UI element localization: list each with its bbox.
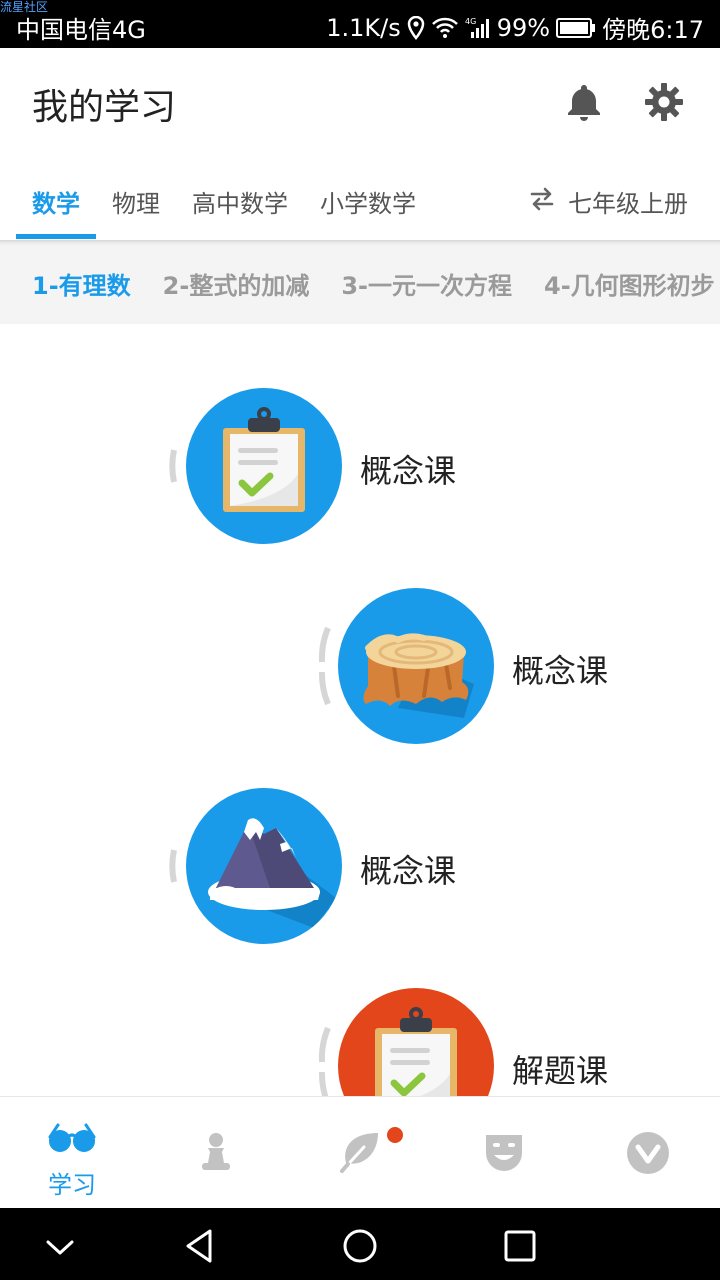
lesson-node[interactable]: 概念课	[166, 788, 586, 948]
bottom-nav: 学习	[0, 1096, 720, 1208]
clipboard-check-icon	[223, 407, 305, 512]
page-title: 我的学习	[32, 87, 177, 128]
lesson-label: 概念课	[360, 852, 457, 890]
chapter-tab-1[interactable]: 1-有理数	[32, 266, 131, 301]
nav-study-label: 学习	[48, 1171, 96, 1199]
smile-face-icon	[486, 1135, 522, 1171]
collapse-chevron-icon[interactable]	[40, 1226, 80, 1266]
location-icon	[407, 15, 425, 40]
gear-icon[interactable]	[644, 82, 684, 122]
nav-study[interactable]: 学习	[0, 1097, 144, 1209]
lesson-label: 概念课	[512, 652, 609, 690]
lesson-label: 解题课	[512, 1052, 609, 1090]
chapter-tab-4[interactable]: 4-几何图形初步	[544, 266, 715, 301]
lesson-label: 概念课	[360, 452, 457, 490]
nav-growth[interactable]	[288, 1097, 432, 1209]
glasses-icon	[48, 1123, 96, 1152]
grade-label: 七年级上册	[568, 190, 688, 218]
nav-face[interactable]	[432, 1097, 576, 1209]
active-tab-indicator	[16, 234, 96, 239]
swap-arrows-icon	[528, 185, 556, 219]
tree-stump-icon	[363, 633, 474, 718]
chapter-tab-3[interactable]: 3-一元一次方程	[341, 266, 512, 301]
progress-arc	[169, 849, 177, 883]
bell-icon[interactable]	[564, 82, 604, 122]
battery-percent: 99%	[496, 13, 551, 42]
nav-profile[interactable]	[576, 1097, 720, 1209]
tab-math[interactable]: 数学	[32, 184, 80, 219]
lesson-node[interactable]: 概念课	[318, 588, 720, 748]
lesson-icon-circle	[186, 388, 342, 544]
chapter-tab-2[interactable]: 2-整式的加减	[163, 266, 310, 301]
carrier-name: 中国电信4G	[16, 16, 146, 44]
status-bar: 流星社区 中国电信4G 1.1K/s 4G 99% 傍晚6:17	[0, 0, 720, 48]
notification-dot	[387, 1127, 403, 1143]
system-nav-bar	[0, 1208, 720, 1280]
svg-text:4G: 4G	[465, 17, 476, 26]
v-badge-icon	[627, 1132, 669, 1174]
chess-pawn-icon	[202, 1133, 230, 1170]
lesson-icon-circle	[186, 788, 342, 944]
clock: 傍晚6:17	[602, 16, 704, 44]
leaf-icon	[340, 1133, 378, 1173]
tab-primary-math[interactable]: 小学数学	[320, 184, 416, 219]
chapter-tabs: 1-有理数 2-整式的加减 3-一元一次方程 4-几何图形初步	[0, 240, 720, 324]
tab-physics[interactable]: 物理	[112, 184, 160, 219]
grade-switch-button[interactable]: 七年级上册	[528, 184, 688, 219]
wifi-icon	[431, 17, 459, 39]
subject-tabs: 数学 物理 高中数学 小学数学 七年级上册	[0, 158, 720, 240]
status-indicators: 1.1K/s 4G 99% 傍晚6:17	[326, 10, 704, 45]
tab-high-school-math[interactable]: 高中数学	[192, 184, 288, 219]
recents-square-icon[interactable]	[500, 1226, 540, 1266]
battery-icon	[556, 17, 596, 39]
progress-arc	[318, 626, 331, 706]
signal-icon: 4G	[465, 16, 491, 40]
progress-arc	[169, 449, 177, 483]
app-header: 我的学习	[0, 48, 720, 158]
lesson-icon-circle	[338, 588, 494, 744]
network-speed: 1.1K/s	[326, 13, 401, 42]
lesson-node[interactable]: 概念课	[166, 388, 586, 548]
snowy-mountain-icon	[208, 818, 336, 928]
back-triangle-icon[interactable]	[180, 1226, 220, 1266]
home-circle-icon[interactable]	[340, 1226, 380, 1266]
nav-ranking[interactable]	[144, 1097, 288, 1209]
